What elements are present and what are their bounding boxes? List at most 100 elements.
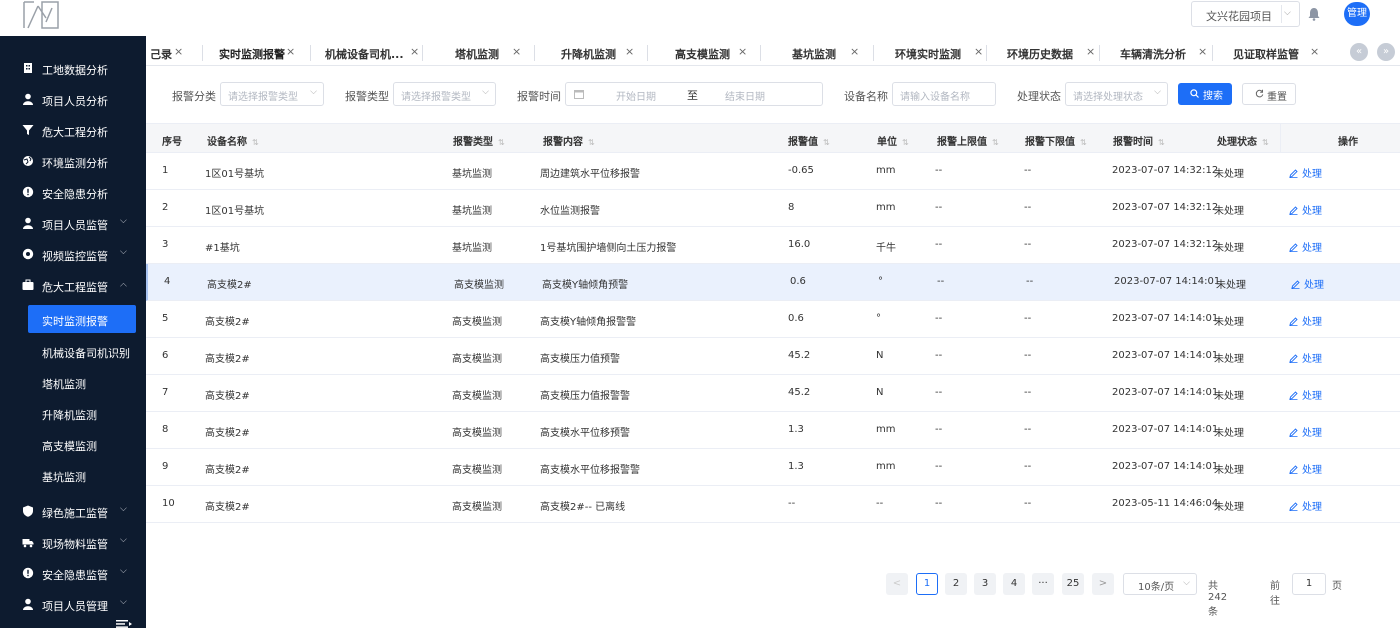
tab-record[interactable]: 己录 × [146, 40, 190, 66]
column-header-time[interactable]: 报警时间 ⇅ [1113, 133, 1165, 148]
column-header-label: 报警值 [788, 137, 818, 148]
cell-value: 1.3 [788, 424, 804, 435]
page-button[interactable]: 4 [1003, 573, 1025, 595]
cell-time: 2023-07-07 14:14:01 [1112, 350, 1219, 361]
sidebar-item-environment-analysis[interactable]: 环境监测分析 [0, 146, 146, 177]
sidebar-item-site-data-analysis[interactable]: 工地数据分析 [0, 53, 146, 84]
page-size-select[interactable]: 10条/页 ⌵ [1123, 573, 1197, 595]
sidebar-subitem-foundation-pit[interactable]: 基坑监测 [28, 461, 136, 489]
close-icon[interactable]: × [625, 45, 634, 58]
handle-link[interactable]: 处理 [1291, 276, 1324, 291]
tab-realtime-alarm[interactable]: 实时监测报警 × [196, 40, 304, 66]
tab-scroll-left-icon[interactable]: « [1350, 43, 1368, 61]
sidebar-subitem-label: 塔机监测 [42, 378, 86, 391]
close-icon[interactable]: × [410, 45, 419, 58]
column-header-content[interactable]: 报警内容 ⇅ [543, 133, 595, 148]
handle-link[interactable]: 处理 [1289, 165, 1322, 180]
start-date-placeholder: 开始日期 [616, 92, 656, 103]
column-header-value[interactable]: 报警值 ⇅ [788, 133, 830, 148]
sidebar-subitem-formwork[interactable]: 高支模监测 [28, 430, 136, 458]
handle-link[interactable]: 处理 [1289, 239, 1322, 254]
handle-link[interactable]: 处理 [1289, 313, 1322, 328]
alarm-category-select[interactable]: 请选择报警类型 ⌵ [220, 82, 324, 106]
tab-sampling-supervision[interactable]: 见证取样监管 × [1212, 40, 1342, 66]
sidebar-item-personnel-supervision[interactable]: 项目人员监管 ⌵ [0, 208, 146, 239]
tab-label: 实时监测报警 [219, 48, 285, 61]
cell-device: 高支模2# [205, 465, 250, 476]
alarm-time-range-picker[interactable]: 开始日期 至 结束日期 [565, 82, 823, 106]
tab-vehicle-washing[interactable]: 车辆清洗分析 × [1099, 40, 1212, 66]
sidebar-item-hazard-project-analysis[interactable]: 危大工程分析 [0, 115, 146, 146]
column-header-upper[interactable]: 报警上限值 ⇅ [937, 133, 999, 148]
next-page-button[interactable]: > [1092, 573, 1114, 595]
handle-link[interactable]: 处理 [1289, 424, 1322, 439]
close-icon[interactable]: × [974, 45, 983, 58]
handle-link[interactable]: 处理 [1289, 202, 1322, 217]
tab-environment-realtime[interactable]: 环境实时监测 × [873, 40, 986, 66]
tab-tower-crane[interactable]: 塔机监测 × [422, 40, 534, 66]
sidebar-item-hazard-project-supervision[interactable]: 危大工程监管 ⌵ [0, 270, 146, 301]
tab-environment-history[interactable]: 环境历史数据 × [986, 40, 1099, 66]
column-header-unit[interactable]: 单位 ⇅ [877, 133, 909, 148]
search-button[interactable]: 搜索 [1178, 83, 1232, 105]
sort-icon: ⇅ [1158, 138, 1165, 147]
page-button[interactable]: 3 [974, 573, 996, 595]
column-header-lower[interactable]: 报警下限值 ⇅ [1025, 133, 1087, 148]
handle-link[interactable]: 处理 [1289, 461, 1322, 476]
close-icon[interactable]: × [1310, 45, 1319, 58]
page-button[interactable]: 2 [945, 573, 967, 595]
sidebar-subitem-realtime-alarm[interactable]: 实时监测报警 [28, 305, 136, 333]
alarm-type-select[interactable]: 请选择报警类型 ⌵ [393, 82, 496, 106]
sidebar-item-label: 安全隐患分析 [42, 188, 108, 201]
status-select[interactable]: 请选择处理状态 ⌵ [1065, 82, 1168, 106]
reset-button[interactable]: 重置 [1242, 83, 1296, 105]
column-header-type[interactable]: 报警类型 ⇅ [453, 133, 505, 148]
handle-link[interactable]: 处理 [1289, 350, 1322, 365]
close-icon[interactable]: × [1198, 45, 1207, 58]
table-row: 6 高支模2# 高支模监测 高支模压力值预警 45.2 N -- -- 2023-07-07 1… [146, 338, 1400, 375]
page-button[interactable]: 25 [1062, 573, 1084, 595]
page-button[interactable]: 1 [916, 573, 938, 595]
cell-no: 5 [162, 313, 169, 324]
goto-page-input[interactable]: 1 [1292, 573, 1326, 595]
close-icon[interactable]: × [512, 45, 521, 58]
cell-status: 未处理 [1214, 206, 1244, 217]
tab-formwork[interactable]: 高支模监测 × [647, 40, 760, 66]
avatar[interactable]: 管理 [1344, 2, 1370, 26]
project-select[interactable]: 文兴花园项目 ⌵ [1191, 1, 1300, 27]
device-name-label: 设备名称 [844, 90, 888, 103]
tab-elevator[interactable]: 升降机监测 × [534, 40, 647, 66]
column-header-device[interactable]: 设备名称 ⇅ [207, 133, 259, 148]
close-icon[interactable]: × [174, 45, 183, 58]
handle-link[interactable]: 处理 [1289, 498, 1322, 513]
sidebar-item-personnel-management[interactable]: 项目人员管理 ⌵ [0, 589, 146, 620]
close-icon[interactable]: × [738, 45, 747, 58]
sidebar-item-safety-analysis[interactable]: 安全隐患分析 [0, 177, 146, 208]
device-name-input[interactable]: 请输入设备名称 [892, 82, 996, 106]
tab-driver-recognition[interactable]: 机械设备司机... × [310, 40, 422, 66]
tab-foundation-pit[interactable]: 基坑监测 × [760, 40, 873, 66]
sidebar-item-green-construction[interactable]: 绿色施工监管 ⌵ [0, 496, 146, 527]
more-pages-button[interactable]: ··· [1032, 573, 1054, 595]
sidebar-item-personnel-analysis[interactable]: 项目人员分析 [0, 84, 146, 115]
prev-page-button[interactable]: < [886, 573, 908, 595]
sidebar-subitem-driver-recognition[interactable]: 机械设备司机识别 [28, 337, 136, 365]
menu-collapse-icon[interactable] [116, 620, 132, 628]
sidebar-item-video-monitoring[interactable]: 视频监控监管 ⌵ [0, 239, 146, 270]
close-icon[interactable]: × [850, 45, 859, 58]
column-header-label: 单位 [877, 137, 897, 148]
close-icon[interactable]: × [1086, 45, 1095, 58]
edit-icon [1289, 243, 1298, 252]
handle-link[interactable]: 处理 [1289, 387, 1322, 402]
sidebar-item-materials-supervision[interactable]: 现场物料监管 ⌵ [0, 527, 146, 558]
sidebar-subitem-tower-crane[interactable]: 塔机监测 [28, 368, 136, 396]
cell-upper: -- [935, 202, 943, 213]
close-icon[interactable]: × [286, 45, 295, 58]
column-header-status[interactable]: 处理状态 ⇅ [1217, 133, 1269, 148]
sidebar-subitem-elevator[interactable]: 升降机监测 [28, 399, 136, 427]
cell-value: -- [788, 498, 796, 509]
tab-scroll-right-icon[interactable]: » [1377, 43, 1395, 61]
cell-lower: -- [1024, 350, 1032, 361]
bell-icon[interactable] [1308, 7, 1320, 21]
sidebar-item-safety-supervision[interactable]: 安全隐患监管 ⌵ [0, 558, 146, 589]
